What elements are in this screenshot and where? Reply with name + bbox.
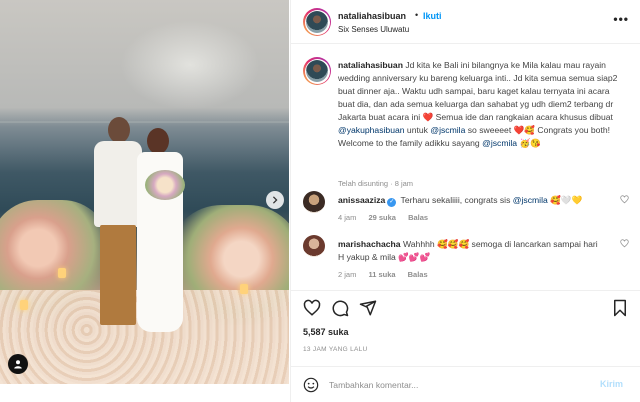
groom-figure bbox=[92, 117, 142, 332]
avatar[interactable] bbox=[303, 8, 331, 36]
next-photo-button[interactable] bbox=[266, 191, 284, 209]
reply-button[interactable]: Balas bbox=[408, 270, 428, 279]
caption-edited-time: Telah disunting · 8 jam bbox=[338, 179, 414, 188]
avatar[interactable] bbox=[303, 57, 331, 85]
caption-part: so sweeeet bbox=[465, 125, 514, 135]
mention-link[interactable]: @yakuphasibuan bbox=[338, 125, 405, 135]
caption-username[interactable]: nataliahasibuan bbox=[338, 60, 403, 70]
candle bbox=[240, 284, 248, 294]
more-options-button[interactable]: ••• bbox=[613, 12, 629, 26]
comment-likes[interactable]: 29 suka bbox=[368, 213, 396, 222]
emoji: 🥳😘 bbox=[517, 138, 541, 148]
bookmark-icon[interactable] bbox=[611, 299, 629, 317]
follow-button[interactable]: Ikuti bbox=[423, 11, 442, 21]
comments-section: nataliahasibuan Jd kita ke Bali ini bila… bbox=[291, 45, 640, 290]
separator-dot: • bbox=[415, 10, 419, 20]
emoji: 💕💕💕 bbox=[398, 252, 431, 262]
user-tag-icon bbox=[14, 360, 22, 369]
bouquet bbox=[145, 170, 185, 200]
emoji: ❤️🥰 bbox=[513, 125, 535, 135]
author-username[interactable]: nataliahasibuan bbox=[338, 11, 406, 21]
comment-part: Terharu sekaliiii, congrats sis bbox=[398, 195, 513, 205]
comment-likes[interactable]: 11 suka bbox=[368, 270, 395, 279]
heart-icon bbox=[620, 195, 629, 204]
caption-part: untuk bbox=[404, 125, 431, 135]
heart-icon[interactable] bbox=[303, 299, 321, 317]
mention-link[interactable]: @jscmila bbox=[430, 125, 465, 135]
add-comment-bar: Kirim bbox=[291, 366, 640, 402]
caption-text: nataliahasibuan Jd kita ke Bali ini bila… bbox=[338, 59, 628, 150]
comment-input[interactable] bbox=[329, 377, 579, 393]
comment-text: marishachacha Wahhhh 🥰🥰🥰 semoga di lanca… bbox=[338, 238, 603, 264]
post-time: 13 JAM YANG LALU bbox=[303, 346, 368, 353]
location-link[interactable]: Six Senses Uluwatu bbox=[338, 25, 409, 34]
likes-count[interactable]: 5,587 suka bbox=[303, 327, 349, 337]
post-sidebar: nataliahasibuan • Ikuti Six Senses Uluwa… bbox=[290, 0, 640, 402]
candle bbox=[58, 268, 66, 278]
emoji: 🥰🥰🥰 bbox=[437, 239, 470, 249]
sky-glow bbox=[120, 20, 260, 110]
avatar[interactable] bbox=[303, 235, 325, 257]
bride-figure bbox=[137, 128, 183, 333]
comment-part: Wahhhh bbox=[400, 239, 438, 249]
ocean-horizon bbox=[0, 121, 289, 123]
candle bbox=[20, 300, 28, 310]
post-header: nataliahasibuan • Ikuti Six Senses Uluwa… bbox=[291, 0, 640, 44]
comment-icon[interactable] bbox=[331, 299, 349, 317]
send-comment-button[interactable]: Kirim bbox=[600, 379, 623, 389]
comment-meta: 2 jam 11 suka Balas bbox=[338, 270, 438, 279]
chevron-right-icon bbox=[272, 196, 278, 204]
instagram-post-modal: nataliahasibuan • Ikuti Six Senses Uluwa… bbox=[0, 0, 640, 402]
comment-meta: 4 jam 29 suka Balas bbox=[338, 213, 438, 222]
heart-icon bbox=[620, 239, 629, 248]
post-actions-bar bbox=[291, 290, 640, 322]
avatar[interactable] bbox=[303, 191, 325, 213]
comment-username[interactable]: anissaaziza bbox=[338, 195, 385, 205]
user-tag-button[interactable] bbox=[8, 354, 28, 374]
like-comment-button[interactable] bbox=[620, 195, 629, 206]
comment-time[interactable]: 2 jam bbox=[338, 270, 356, 279]
comment-username[interactable]: marishachacha bbox=[338, 239, 401, 249]
caption-part: Semua ide dan rangkaian acara khusus dib… bbox=[433, 112, 613, 122]
comment-text: anissaaziza ✓ Terharu sekaliiii, congrats… bbox=[338, 194, 603, 207]
post-photo[interactable] bbox=[0, 0, 289, 384]
comment-time[interactable]: 4 jam bbox=[338, 213, 356, 222]
emoji: ❤️ bbox=[422, 112, 434, 122]
mention-link[interactable]: @jscmila bbox=[513, 195, 548, 205]
share-icon[interactable] bbox=[359, 299, 377, 317]
emoji: 🥰🤍💛 bbox=[547, 195, 583, 205]
emoji-icon[interactable] bbox=[303, 377, 319, 393]
verified-badge-icon: ✓ bbox=[387, 198, 397, 207]
reply-button[interactable]: Balas bbox=[408, 213, 428, 222]
like-comment-button[interactable] bbox=[620, 239, 629, 250]
mention-link[interactable]: @jscmila bbox=[482, 138, 517, 148]
